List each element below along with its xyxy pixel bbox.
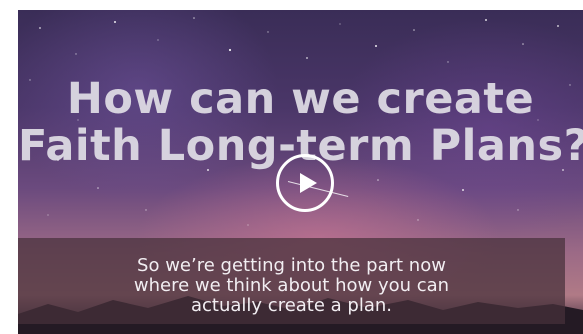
play-icon <box>300 173 317 193</box>
caption-line: So we’re getting into the part now <box>137 255 446 276</box>
caption-line: actually create a plan. <box>191 295 392 316</box>
caption-box: So we’re getting into the part now where… <box>18 238 565 324</box>
title-line: How can we create <box>66 74 535 124</box>
video-frame: How can we create Faith Long-term Plans?… <box>0 0 583 334</box>
caption-text: So we’re getting into the part now where… <box>18 256 565 316</box>
play-button[interactable] <box>276 154 334 212</box>
caption-line: where we think about how you can <box>133 275 450 296</box>
